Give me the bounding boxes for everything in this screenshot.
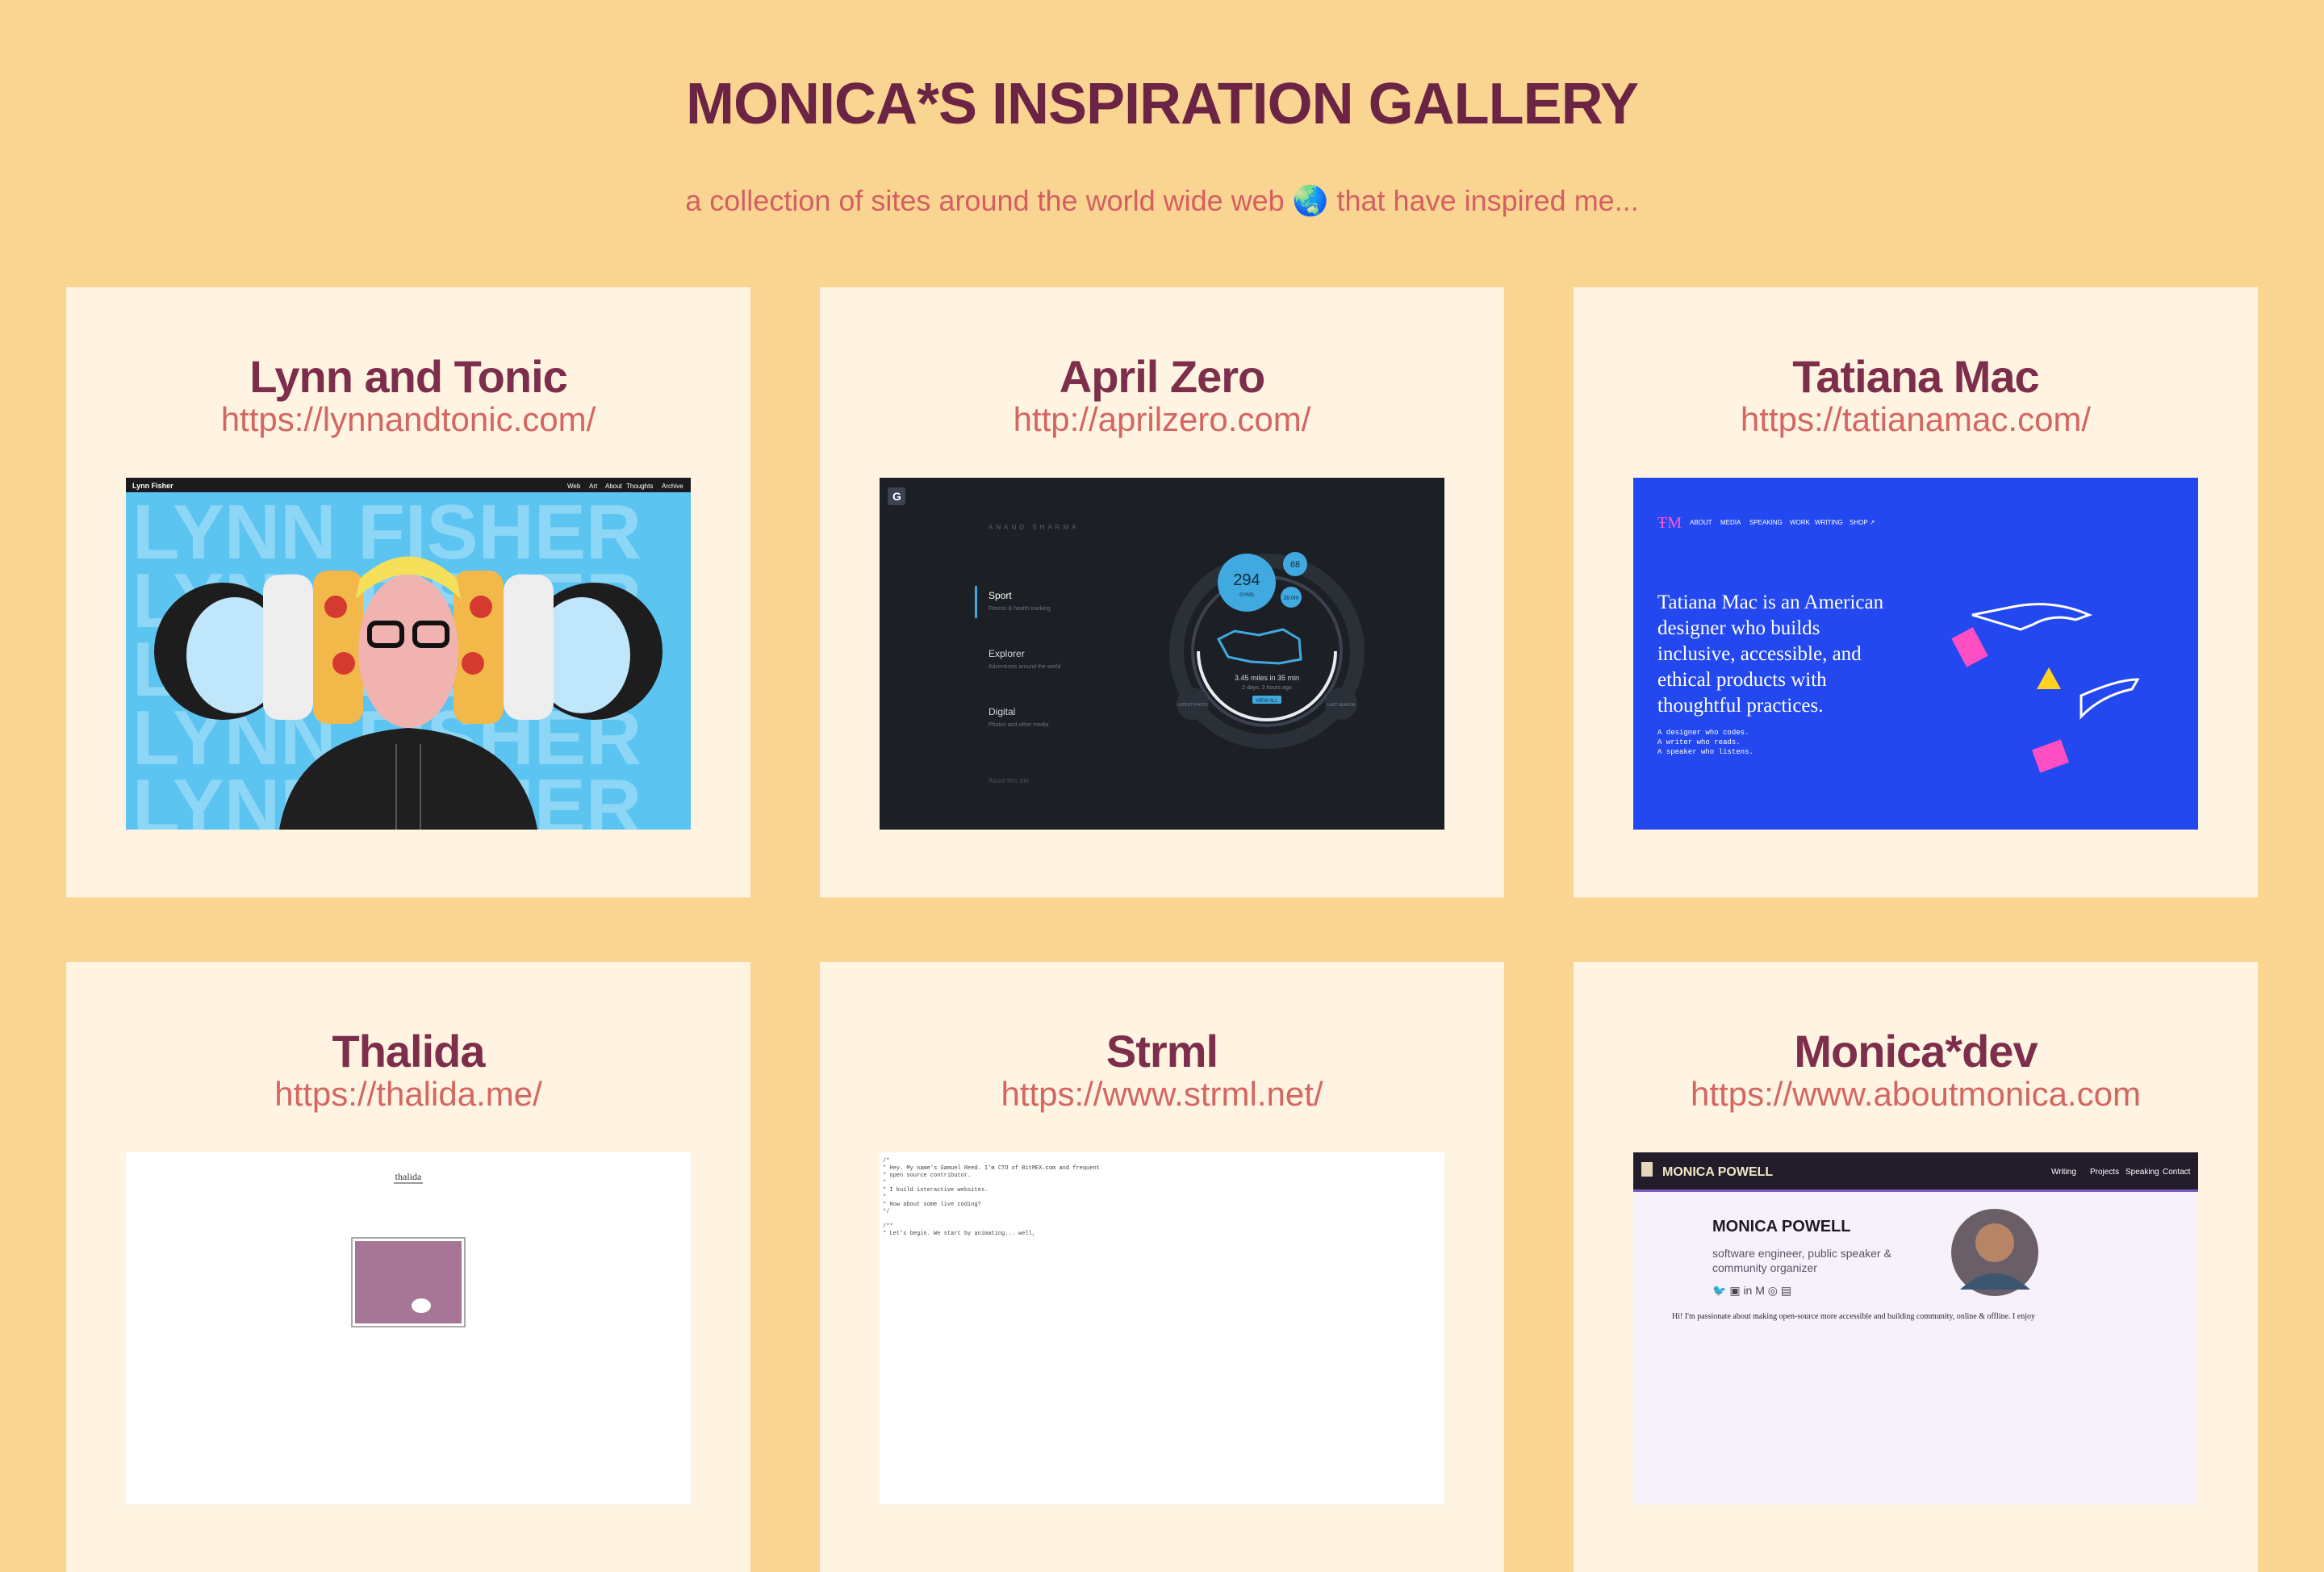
svg-text:68: 68 <box>1290 560 1300 570</box>
svg-text:LATEST PHOTO: LATEST PHOTO <box>1177 703 1208 708</box>
gallery-card-tatiana-mac: Tatiana Mac https://tatianamac.com/ ŦM A… <box>1574 287 2258 897</box>
tatiana-mac-homepage: ŦM ABOUT MEDIA SPEAKING WORK WRITING SHO… <box>1633 478 2198 830</box>
svg-text:16.0m: 16.0m <box>1283 596 1299 601</box>
svg-text:*/: */ <box>883 1209 889 1215</box>
gallery-card-lynn-and-tonic: Lynn and Tonic https://lynnandtonic.com/… <box>66 287 750 897</box>
svg-text:A speaker who listens.: A speaker who listens. <box>1657 748 1753 756</box>
svg-text:VIEW ALL: VIEW ALL <box>1256 699 1278 704</box>
strml-live-code: /* * Hey. My name's Samuel Reed. I'm CTO… <box>880 1152 1444 1504</box>
svg-text:🐦 ▣ in M ◎ ▤: 🐦 ▣ in M ◎ ▤ <box>1712 1284 1791 1297</box>
svg-text:Adventures around the world: Adventures around the world <box>989 664 1061 670</box>
svg-text:Photos and other media: Photos and other media <box>989 722 1048 728</box>
site-screenshot[interactable]: ŦM ABOUT MEDIA SPEAKING WORK WRITING SHO… <box>1633 478 2198 830</box>
svg-text:* I build interactive websites: * I build interactive websites. <box>883 1187 988 1194</box>
svg-text:A designer who codes.: A designer who codes. <box>1657 729 1749 737</box>
svg-text:* Hey. My name's Samuel Reed.: * Hey. My name's Samuel Reed. I'm CTO of… <box>883 1165 1100 1172</box>
svg-text:inclusive, accessible, and: inclusive, accessible, and <box>1657 643 1862 665</box>
svg-text:*: * <box>883 1180 886 1186</box>
svg-text:* open source contributor.: * open source contributor. <box>883 1173 971 1179</box>
april-zero-dashboard: G ANAND SHARMA Sport Fitness & health tr… <box>880 478 1444 830</box>
svg-text:Contact: Contact <box>2163 1168 2191 1177</box>
svg-text:SPEAKING: SPEAKING <box>1749 519 1783 526</box>
svg-text:MONICA POWELL: MONICA POWELL <box>1662 1165 1773 1179</box>
svg-text:Fitness & health tracking: Fitness & health tracking <box>989 606 1051 612</box>
svg-text:SHOP ↗: SHOP ↗ <box>1850 519 1875 526</box>
site-screenshot[interactable]: MONICA POWELL Writing Projects Speaking … <box>1633 1152 2198 1504</box>
card-link[interactable]: https://tatianamac.com/ <box>1574 400 2258 439</box>
svg-text:thalida: thalida <box>395 1171 422 1182</box>
svg-text:Sport: Sport <box>989 590 1012 601</box>
gallery-card-strml: Strml https://www.strml.net/ /* * Hey. M… <box>820 962 1504 1572</box>
card-title: Strml <box>1106 1026 1218 1077</box>
svg-text:Digital: Digital <box>989 706 1015 717</box>
card-title: Thalida <box>332 1026 485 1077</box>
svg-text:Tatiana Mac is an American: Tatiana Mac is an American <box>1657 592 1884 613</box>
page-title: MONICA*S INSPIRATION GALLERY <box>685 72 1639 136</box>
svg-text:A writer who reads.: A writer who reads. <box>1657 738 1741 746</box>
svg-text:G: G <box>892 490 901 503</box>
svg-text:MONICA POWELL: MONICA POWELL <box>1712 1218 1850 1235</box>
card-title: Monica*dev <box>1794 1026 2038 1077</box>
card-link[interactable]: https://lynnandtonic.com/ <box>66 400 750 439</box>
svg-text:Projects: Projects <box>2090 1168 2119 1177</box>
card-title: Lynn and Tonic <box>249 351 568 402</box>
svg-text:2 days, 2 hours ago: 2 days, 2 hours ago <box>1242 685 1292 691</box>
card-title: Tatiana Mac <box>1792 351 2039 402</box>
svg-text:thoughtful practices.: thoughtful practices. <box>1657 695 1824 717</box>
svg-text:ABOUT: ABOUT <box>1690 519 1712 526</box>
svg-text:MEDIA: MEDIA <box>1720 519 1741 526</box>
svg-text:GYMS: GYMS <box>1239 593 1254 598</box>
site-screenshot[interactable]: thalida <box>126 1152 691 1504</box>
card-title: April Zero <box>1059 351 1265 402</box>
svg-text:* How about some live coding?: * How about some live coding? <box>883 1202 981 1208</box>
svg-text:/*: /* <box>883 1158 889 1164</box>
svg-text:community organizer: community organizer <box>1712 1261 1817 1274</box>
site-screenshot[interactable]: /* * Hey. My name's Samuel Reed. I'm CTO… <box>880 1152 1444 1504</box>
svg-text:* Let's begin. We start by ani: * Let's begin. We start by animating... … <box>883 1231 1035 1237</box>
svg-text:designer who builds: designer who builds <box>1657 617 1820 639</box>
svg-text:LAST SEASON: LAST SEASON <box>1327 703 1356 708</box>
svg-text:Explorer: Explorer <box>989 648 1025 659</box>
svg-text:About this site: About this site <box>989 777 1030 784</box>
svg-text:WRITING: WRITING <box>1815 519 1843 526</box>
svg-text:*: * <box>883 1194 886 1201</box>
card-link[interactable]: https://www.strml.net/ <box>820 1075 1504 1114</box>
svg-text:294: 294 <box>1233 571 1260 589</box>
site-screenshot[interactable]: Lynn Fisher Web Art About Thoughts Archi… <box>126 478 691 830</box>
card-link[interactable]: https://www.aboutmonica.com <box>1574 1075 2258 1114</box>
svg-text:Speaking: Speaking <box>2125 1168 2159 1177</box>
site-screenshot[interactable]: G ANAND SHARMA Sport Fitness & health tr… <box>880 478 1444 830</box>
lynn-fisher-illustration: Lynn Fisher Web Art About Thoughts Archi… <box>126 478 691 830</box>
svg-text:WORK: WORK <box>1790 519 1811 526</box>
monica-dev-homepage: MONICA POWELL Writing Projects Speaking … <box>1633 1152 2198 1504</box>
svg-text:Hi! I'm passionate about makin: Hi! I'm passionate about making open-sou… <box>1672 1312 2035 1321</box>
thalida-homepage: thalida <box>126 1152 691 1504</box>
page-subtitle: a collection of sites around the world w… <box>685 184 1639 217</box>
svg-text:Writing: Writing <box>2051 1168 2076 1177</box>
svg-text:ANAND SHARMA: ANAND SHARMA <box>989 524 1079 531</box>
svg-text:/**: /** <box>883 1223 893 1230</box>
gallery-card-monica-dev: Monica*dev https://www.aboutmonica.com M… <box>1574 962 2258 1572</box>
gallery-card-thalida: Thalida https://thalida.me/ thalida <box>66 962 750 1572</box>
svg-text:Archive: Archive <box>662 483 683 490</box>
card-link[interactable]: http://aprilzero.com/ <box>820 400 1504 439</box>
card-link[interactable]: https://thalida.me/ <box>66 1075 750 1114</box>
svg-text:software engineer, public spea: software engineer, public speaker & <box>1712 1247 1891 1260</box>
svg-text:3.45 miles in 35 min: 3.45 miles in 35 min <box>1235 674 1299 682</box>
svg-text:ethical products with: ethical products with <box>1657 669 1827 691</box>
gallery-card-april-zero: April Zero http://aprilzero.com/ G ANAND… <box>820 287 1504 897</box>
svg-text:ŦM: ŦM <box>1657 514 1682 532</box>
